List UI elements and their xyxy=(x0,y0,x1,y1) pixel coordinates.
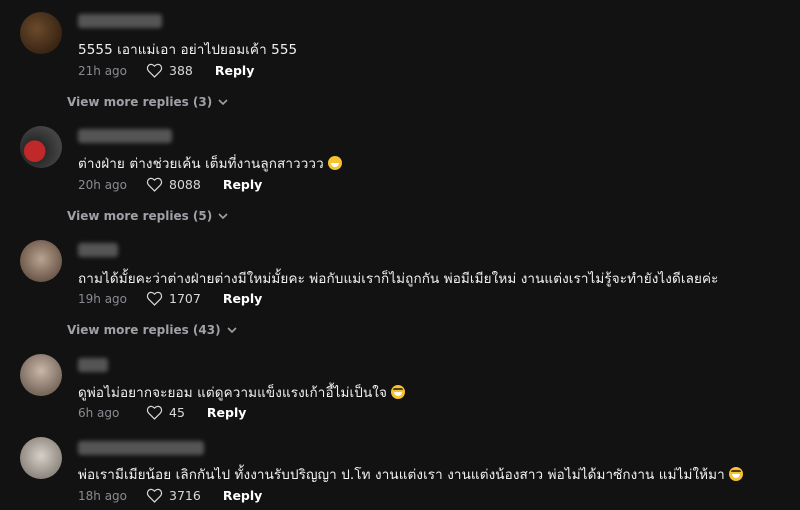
comment-text: ดูพ่อไม่อยากจะยอม แต่ดูความแข็งแรงเก้าอี… xyxy=(78,381,405,403)
view-more-replies-button[interactable]: View more replies (3) xyxy=(67,95,228,109)
comment-time: 18h ago xyxy=(78,488,128,503)
like-button[interactable]: 388 xyxy=(146,63,215,78)
username-blurred[interactable] xyxy=(78,243,118,257)
like-button[interactable]: 45 xyxy=(146,405,207,420)
username-blurred[interactable] xyxy=(78,14,162,28)
comment-text: ต่างฝ่าย ต่างช่วยเค้น เต็มที่งานลูกสาววว… xyxy=(78,152,342,174)
like-count: 388 xyxy=(169,63,193,78)
avatar[interactable] xyxy=(20,354,62,396)
heart-icon xyxy=(146,177,163,192)
heart-icon xyxy=(146,405,163,420)
avatar[interactable] xyxy=(20,12,62,54)
reply-button[interactable]: Reply xyxy=(223,488,262,503)
chevron-down-icon xyxy=(218,98,228,105)
comment-time: 6h ago xyxy=(78,405,120,420)
comment-text: 5555 เอาแม่เอา อย่าไปยอมเค้า 555 xyxy=(78,42,298,58)
comment-meta: 19h ago 1707 Reply xyxy=(78,291,262,306)
like-button[interactable]: 8088 xyxy=(146,177,223,192)
like-count: 1707 xyxy=(169,291,201,306)
comment-time: 19h ago xyxy=(78,291,128,306)
heart-icon xyxy=(146,291,163,306)
like-button[interactable]: 1707 xyxy=(146,291,223,306)
like-button[interactable]: 3716 xyxy=(146,488,223,503)
username-blurred[interactable] xyxy=(78,358,108,372)
avatar[interactable] xyxy=(20,126,62,168)
view-more-label: View more replies (5) xyxy=(67,209,213,223)
comment-meta: 21h ago 388 Reply xyxy=(78,63,254,78)
heart-icon xyxy=(146,63,163,78)
chevron-down-icon xyxy=(227,326,237,333)
like-count: 8088 xyxy=(169,177,201,192)
reply-button[interactable]: Reply xyxy=(223,177,262,192)
heart-icon xyxy=(146,488,163,503)
view-more-label: View more replies (3) xyxy=(67,95,213,109)
chevron-down-icon xyxy=(218,212,228,219)
comment-meta: 6h ago 45 Reply xyxy=(78,405,246,420)
laughing-emoji-icon xyxy=(390,385,405,399)
comment-text: ถามได้มั้ยคะว่าต่างฝ่ายต่างมีใหม่มั้ยคะ … xyxy=(78,271,719,287)
like-count: 3716 xyxy=(169,488,201,503)
reply-button[interactable]: Reply xyxy=(223,291,262,306)
comment-time: 20h ago xyxy=(78,177,128,192)
reply-button[interactable]: Reply xyxy=(207,405,246,420)
laughing-emoji-icon xyxy=(728,467,743,481)
view-more-replies-button[interactable]: View more replies (5) xyxy=(67,209,228,223)
reply-button[interactable]: Reply xyxy=(215,63,254,78)
comment-meta: 18h ago 3716 Reply xyxy=(78,488,262,503)
avatar[interactable] xyxy=(20,240,62,282)
avatar[interactable] xyxy=(20,437,62,479)
view-more-replies-button[interactable]: View more replies (43) xyxy=(67,323,237,337)
comment-time: 21h ago xyxy=(78,63,128,78)
view-more-label: View more replies (43) xyxy=(67,323,221,337)
comment-text: พ่อเรามีเมียน้อย เลิกกันไป ทั้งงานรับปริ… xyxy=(78,463,743,485)
like-count: 45 xyxy=(169,405,185,420)
comment-meta: 20h ago 8088 Reply xyxy=(78,177,262,192)
username-blurred[interactable] xyxy=(78,441,204,455)
grin-emoji-icon xyxy=(327,156,342,170)
username-blurred[interactable] xyxy=(78,129,172,143)
